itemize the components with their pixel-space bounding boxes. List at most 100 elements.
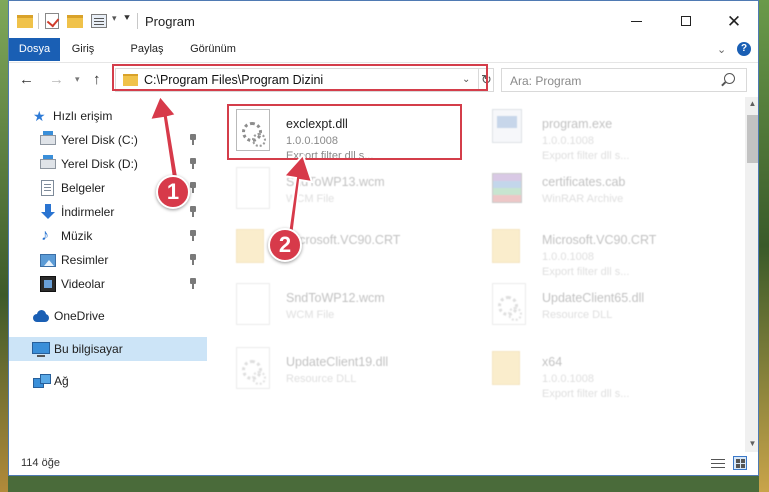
search-icon[interactable]	[724, 73, 735, 84]
file-name: Microsoft.VC90.CRT	[542, 233, 657, 247]
tab-paylas[interactable]: Paylaş	[125, 38, 169, 61]
pin-icon	[189, 134, 197, 145]
vertical-scrollbar[interactable]: ▲ ▼	[745, 97, 758, 452]
tab-dosya[interactable]: Dosya	[9, 38, 60, 61]
file-name: program.exe	[542, 117, 613, 131]
help-icon[interactable]: ?	[737, 42, 751, 56]
title-separator	[137, 13, 138, 29]
title-bar: ▾ ⯆ Program ✕	[9, 1, 758, 41]
file-name: Microsoft.VC90.CRT	[286, 233, 401, 247]
back-arrow-icon[interactable]: ←	[19, 71, 34, 88]
document-icon	[41, 180, 54, 196]
page-icon	[236, 283, 270, 325]
cloud-icon	[32, 308, 50, 324]
page-icon	[236, 167, 270, 209]
file-name: UpdateClient65.dll	[542, 291, 645, 305]
file-highlight-box	[227, 104, 462, 160]
file-type: Resource DLL	[542, 309, 613, 321]
up-arrow-icon[interactable]: ↑	[93, 71, 101, 88]
details-view-icon[interactable]	[711, 458, 725, 470]
sidebar-item-pictures[interactable]: Resimler	[9, 248, 207, 272]
file-item[interactable]: UpdateClient19.dll Resource DLL	[226, 341, 466, 399]
pin-icon	[189, 254, 197, 265]
file-name: SndToWP13.wcm	[286, 175, 385, 189]
new-folder-icon[interactable]	[67, 15, 83, 28]
forward-arrow-icon[interactable]: →	[49, 71, 64, 88]
file-name: x64	[542, 355, 563, 369]
address-highlight-box	[112, 64, 488, 91]
folder-icon	[236, 229, 264, 263]
pin-icon	[189, 158, 197, 169]
minimize-icon	[630, 20, 642, 22]
file-item[interactable]: Microsoft.VC90.CRT	[226, 219, 466, 277]
navigation-pane: ★ Hızlı erişim Yerel Disk (C:) Yerel Dis…	[9, 97, 207, 452]
file-version: 1.0.0.1008	[542, 135, 594, 147]
sidebar-item-onedrive[interactable]: OneDrive	[9, 304, 207, 328]
large-icons-view-icon[interactable]	[733, 456, 747, 470]
file-item[interactable]: certificates.cab WinRAR Archive	[482, 161, 722, 219]
recent-locations-chevron-icon[interactable]: ▾	[75, 74, 80, 85]
sidebar-item-quick-access[interactable]: ★ Hızlı erişim	[9, 104, 207, 128]
file-type: WCM File	[286, 309, 335, 321]
desktop-background-left	[0, 0, 8, 492]
sidebar-item-network[interactable]: Ağ	[9, 369, 207, 393]
desktop-background-right	[759, 0, 769, 492]
toolbar-dropdown-icon[interactable]: ⯆	[123, 13, 131, 24]
dll-icon	[236, 347, 270, 389]
properties-check-icon[interactable]	[45, 13, 59, 29]
expand-ribbon-chevron-icon[interactable]: ⌄	[717, 43, 726, 56]
computer-icon	[32, 342, 50, 357]
window-title: Program	[145, 14, 195, 29]
file-item[interactable]: UpdateClient65.dll Resource DLL	[482, 277, 722, 335]
sidebar-item-label: Yerel Disk (D:)	[61, 157, 138, 171]
sidebar-item-disk-d[interactable]: Yerel Disk (D:)	[9, 152, 207, 176]
file-version: 1.0.0.1008	[542, 373, 594, 385]
maximize-button[interactable]	[663, 1, 709, 41]
file-item[interactable]: Microsoft.VC90.CRT 1.0.0.1008 Export fil…	[482, 219, 722, 278]
pin-icon	[189, 182, 197, 193]
sidebar-item-disk-c[interactable]: Yerel Disk (C:)	[9, 128, 207, 152]
file-item[interactable]: SndToWP13.wcm WCM File	[226, 161, 466, 219]
tab-giris[interactable]: Giriş	[65, 38, 101, 61]
sidebar-item-label: OneDrive	[54, 309, 105, 323]
pin-icon	[189, 230, 197, 241]
file-type: Resource DLL	[286, 373, 357, 385]
file-name: UpdateClient19.dll	[286, 355, 389, 369]
sidebar-item-label: Yerel Disk (C:)	[61, 133, 138, 147]
pin-icon	[189, 278, 197, 289]
file-item[interactable]: SndToWP12.wcm WCM File	[226, 277, 466, 335]
download-icon	[40, 204, 56, 220]
folder-icon	[492, 351, 520, 385]
customize-toolbar-chevron-icon[interactable]: ▾	[112, 13, 117, 24]
sidebar-item-label: İndirmeler	[61, 205, 115, 219]
tab-gorunum[interactable]: Görünüm	[183, 38, 243, 61]
sidebar-item-label: Hızlı erişim	[53, 109, 113, 123]
toolbar-separator	[38, 13, 39, 29]
folder-icon	[17, 15, 33, 28]
search-input[interactable]: Ara: Program	[501, 68, 747, 92]
file-item[interactable]: program.exe 1.0.0.1008 Export filter dll…	[482, 103, 722, 162]
exe-icon	[492, 109, 522, 143]
properties-icon[interactable]	[91, 14, 107, 28]
file-version: 1.0.0.1008	[542, 251, 594, 263]
sidebar-item-label: Ağ	[54, 374, 69, 388]
scroll-up-arrow-icon[interactable]: ▲	[745, 99, 758, 108]
sidebar-item-label: Videolar	[61, 277, 105, 291]
close-button[interactable]: ✕	[711, 1, 757, 41]
sidebar-item-music[interactable]: ♪ Müzik	[9, 224, 207, 248]
status-bar: 114 öğe	[9, 452, 758, 475]
sidebar-item-label: Belgeler	[61, 181, 106, 195]
music-icon: ♪	[41, 227, 49, 244]
sidebar-item-videos[interactable]: Videolar	[9, 272, 207, 296]
scroll-down-arrow-icon[interactable]: ▼	[745, 439, 758, 448]
network-icon	[33, 373, 51, 389]
video-icon	[40, 276, 56, 292]
disk-icon	[40, 131, 56, 145]
scrollbar-thumb[interactable]	[747, 115, 758, 163]
sidebar-item-this-pc[interactable]: Bu bilgisayar	[9, 337, 207, 361]
file-item[interactable]: x64 1.0.0.1008 Export filter dll s...	[482, 341, 722, 400]
disk-icon	[40, 155, 56, 169]
file-type: WCM File	[286, 193, 335, 205]
minimize-button[interactable]	[613, 1, 659, 41]
file-name: SndToWP12.wcm	[286, 291, 385, 305]
